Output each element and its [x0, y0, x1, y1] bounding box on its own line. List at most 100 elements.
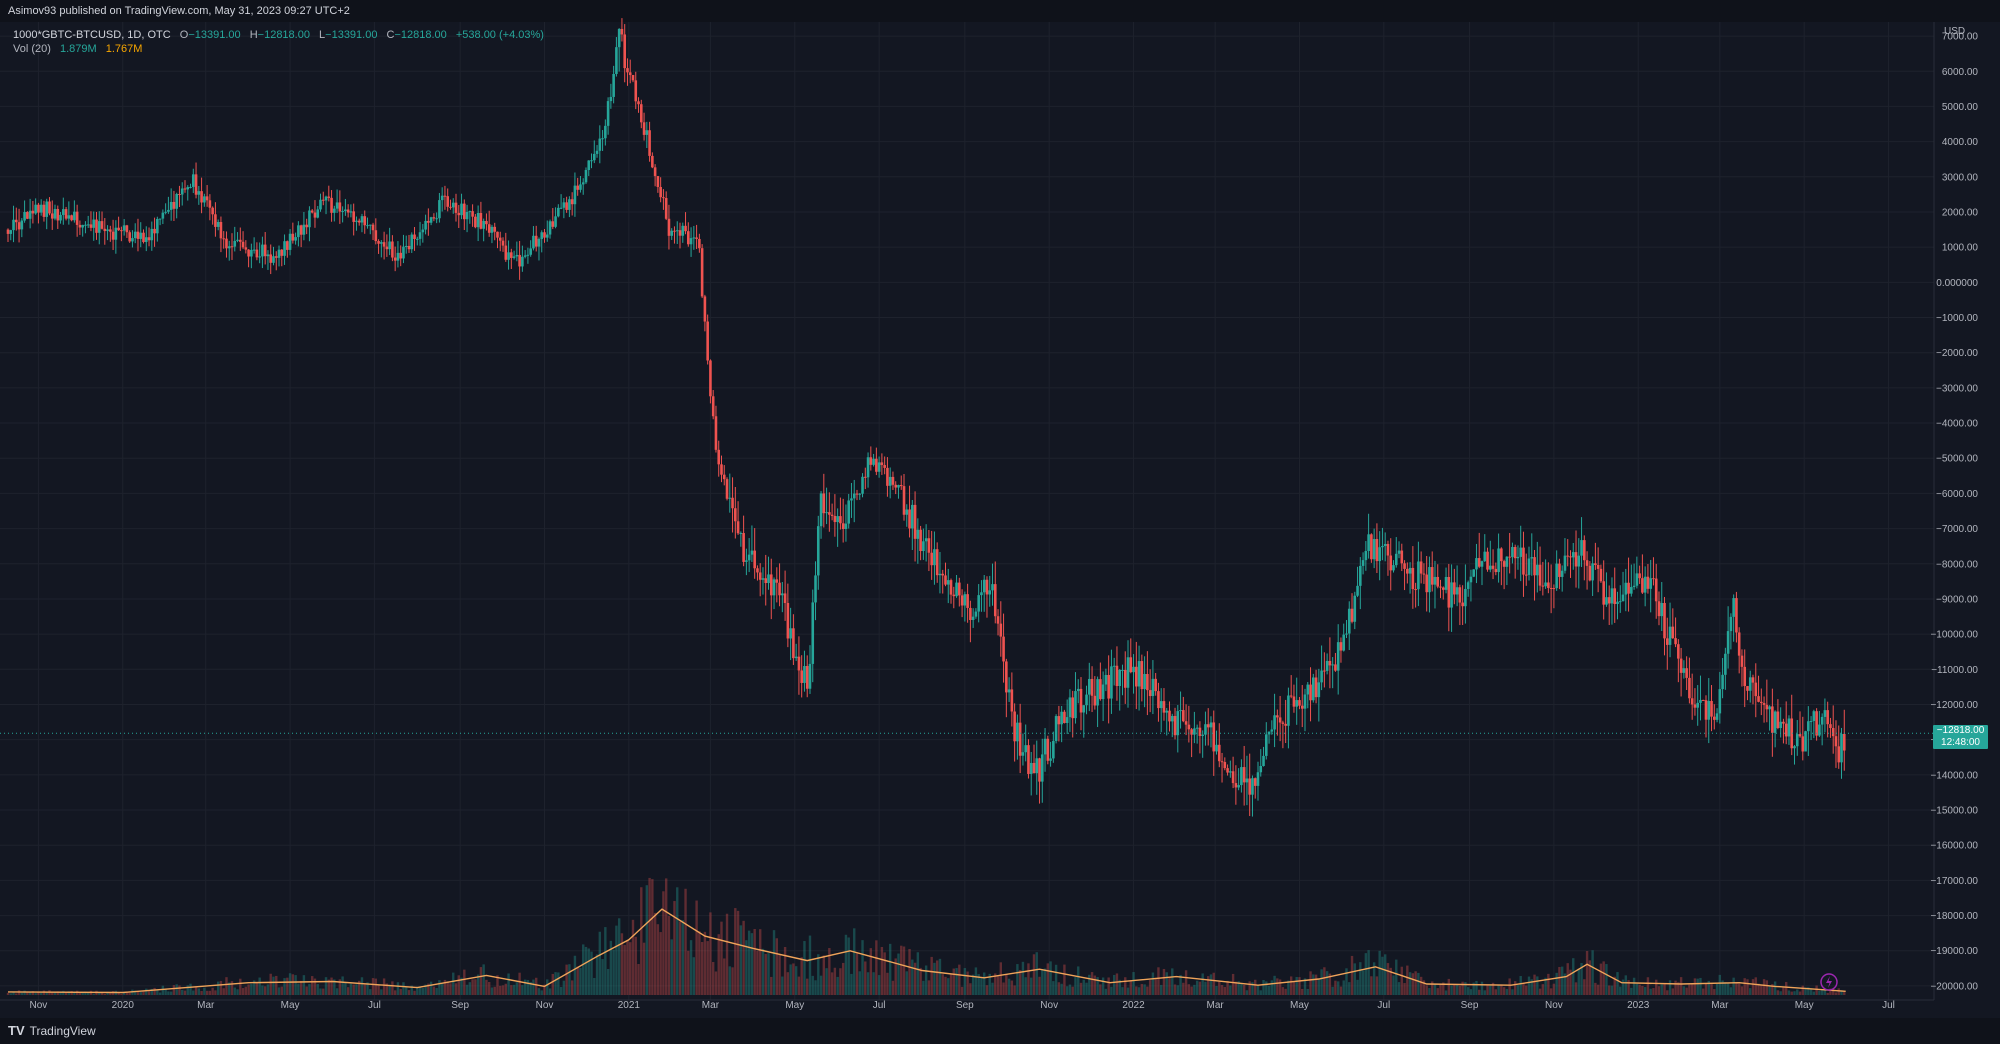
candle-body — [1461, 602, 1464, 607]
candle-body — [1118, 669, 1122, 687]
price-tick-label: −16000.00 — [1930, 841, 1978, 852]
volume-bar — [606, 969, 610, 995]
volume-bar — [299, 980, 303, 995]
candle-body — [615, 47, 618, 74]
candle-body — [227, 246, 231, 249]
candle-body — [554, 216, 557, 227]
candle-body — [634, 80, 638, 102]
candle-body — [28, 210, 32, 219]
candle-body — [197, 191, 201, 195]
candle-body — [1654, 578, 1658, 602]
candle-body — [935, 549, 939, 576]
volume-bar — [1591, 950, 1594, 995]
volume-bar — [1079, 982, 1083, 995]
volume-bar — [772, 930, 776, 995]
candle-body — [811, 602, 815, 664]
volume-bar — [841, 962, 845, 995]
candle-body — [1610, 588, 1614, 604]
volume-bar — [1041, 969, 1044, 995]
volume-bar — [850, 973, 853, 995]
candle-body — [982, 579, 986, 593]
volume-bar — [349, 983, 353, 995]
volume-bar — [255, 982, 259, 995]
legend-volume-label[interactable]: Vol (20) — [13, 43, 51, 55]
candle-body — [175, 193, 178, 209]
legend-symbol[interactable]: 1000*GBTC-BTCUSD, 1D, OTC — [13, 29, 171, 41]
candle-body — [1400, 550, 1404, 564]
candle-body — [960, 595, 964, 606]
candle-body — [689, 238, 693, 245]
price-tick-label: −3000.00 — [1936, 383, 1978, 394]
volume-bar — [1641, 985, 1644, 995]
volume-bar — [839, 968, 842, 995]
candle-body — [89, 224, 93, 228]
candle-body — [479, 212, 483, 229]
candle-body — [219, 222, 223, 239]
volume-bar — [322, 988, 325, 995]
volume-bar — [886, 972, 889, 995]
candle-body — [739, 533, 743, 535]
volume-bar — [363, 984, 366, 995]
volume-bar — [515, 982, 519, 995]
candle-body — [1126, 657, 1130, 688]
volume-bar — [468, 982, 472, 995]
volume-bar — [1375, 976, 1379, 995]
candle-body — [623, 34, 626, 69]
candle-body — [131, 238, 134, 242]
candle-body — [114, 227, 118, 240]
volume-bar — [739, 925, 743, 995]
candle-body — [1729, 616, 1733, 632]
candle-body — [493, 226, 497, 232]
candle-body — [1162, 701, 1166, 713]
volume-bar — [1071, 986, 1074, 995]
volume-bar — [1433, 983, 1437, 995]
candle-body — [133, 231, 137, 239]
volume-bar — [535, 977, 538, 995]
volume-bar — [1146, 986, 1149, 995]
price-tick-label: 1000.00 — [1942, 243, 1979, 254]
candle-body — [1571, 552, 1575, 558]
candle-body — [1419, 561, 1423, 574]
candle-body — [144, 237, 148, 243]
candle-body — [828, 512, 831, 515]
volume-bar — [980, 977, 983, 995]
volume-bar — [570, 980, 574, 995]
volume-bar — [1314, 974, 1318, 995]
candle-body — [808, 663, 812, 689]
footer-bar — [0, 1018, 2000, 1044]
candle-body — [1345, 633, 1348, 635]
time-tick-label: Sep — [451, 1000, 469, 1011]
candle-body — [1193, 728, 1196, 735]
price-chart[interactable]: 7000.006000.005000.004000.003000.002000.… — [0, 0, 2000, 1044]
volume-bar — [1018, 970, 1022, 995]
volume-bar — [291, 974, 295, 995]
volume-bar — [438, 980, 441, 995]
candle-body — [1746, 686, 1749, 691]
price-tick-label: −15000.00 — [1930, 806, 1978, 817]
volume-bar — [770, 976, 773, 995]
candle-body — [255, 249, 259, 258]
candle-body — [523, 255, 527, 257]
candle-body — [872, 458, 875, 465]
candle-body — [1784, 723, 1788, 737]
volume-bar — [1696, 978, 1699, 995]
volume-bar — [211, 987, 214, 995]
volume-bar — [1215, 985, 1218, 995]
volume-bar — [963, 968, 967, 995]
candle-body — [1187, 724, 1191, 730]
volume-bar — [1218, 981, 1221, 995]
candle-body — [1007, 689, 1011, 693]
candle-body — [1624, 582, 1628, 595]
volume-bar — [880, 946, 884, 995]
volume-bar — [1281, 987, 1285, 995]
brand[interactable]: TV TradingView — [8, 1022, 96, 1040]
candle-body — [1477, 558, 1481, 567]
candle-body — [280, 249, 284, 256]
volume-bar — [208, 990, 212, 995]
candle-body — [349, 211, 353, 213]
candle-body — [1350, 608, 1354, 622]
candle-body — [1441, 587, 1445, 590]
volume-bar — [1630, 987, 1633, 995]
candle-body — [1135, 666, 1138, 687]
candle-body — [841, 523, 845, 529]
